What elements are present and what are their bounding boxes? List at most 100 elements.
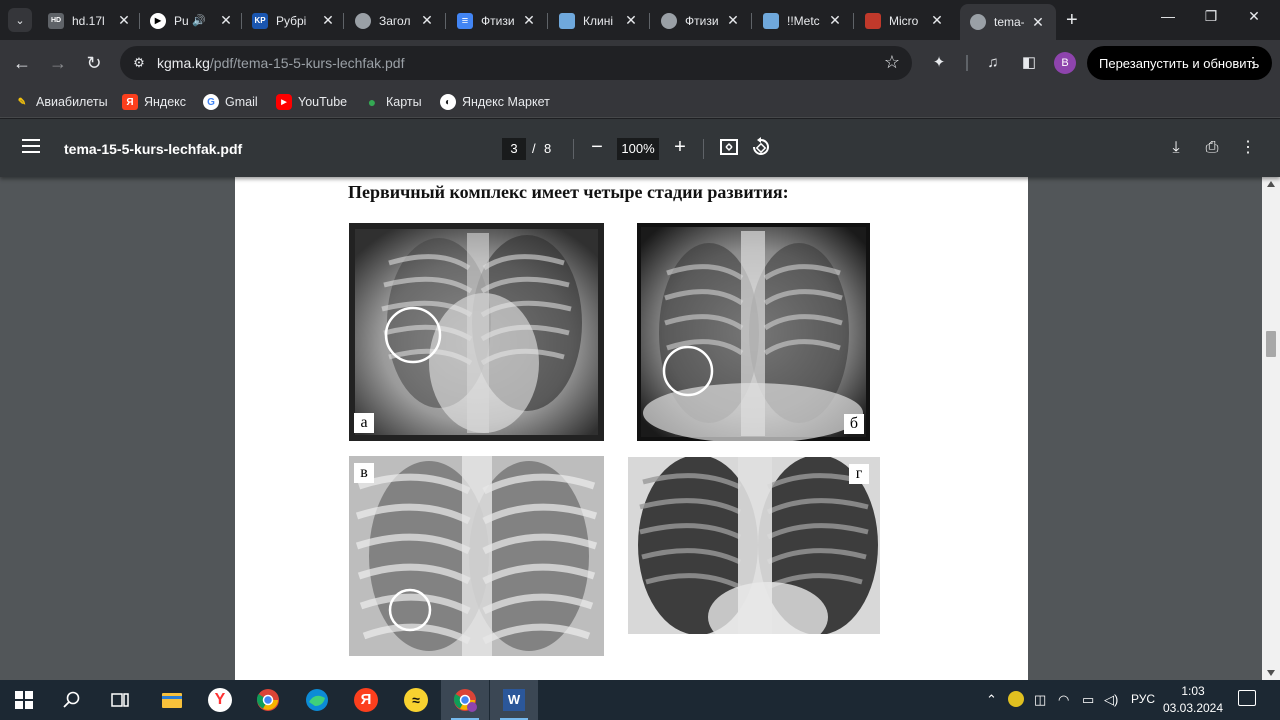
pdf-page: Первичный комплекс имеет четыре стадии р… [235,177,1028,680]
taskbar-yandex-browser[interactable]: Y [196,680,244,720]
close-tab-icon[interactable]: ✕ [1030,14,1046,30]
taskbar-yandex[interactable]: Я [342,680,390,720]
close-tab-icon[interactable]: ✕ [623,12,639,28]
media-control-icon[interactable]: ♫ [982,52,1004,74]
reload-button[interactable]: ↻ [82,51,106,75]
tab-search-button[interactable]: ⌄ [8,8,32,32]
forward-button[interactable]: → [46,51,70,75]
bookmark-maps[interactable]: ● Карты [364,92,422,112]
start-button[interactable] [0,680,48,720]
print-button[interactable]: ⎙ [1201,137,1223,159]
bookmark-star-icon[interactable]: ☆ [884,52,900,73]
taskbar-edge[interactable] [293,680,341,720]
show-hidden-icons[interactable]: ⌃ [986,692,997,708]
browser-tab[interactable]: Micro ✕ [865,7,945,34]
language-indicator[interactable]: РУС [1131,692,1155,706]
notifications-icon[interactable] [1238,690,1256,706]
close-tab-icon[interactable]: ✕ [827,12,843,28]
app-tray-icon[interactable] [1008,691,1024,707]
volume-icon[interactable]: ◁) [1104,692,1118,708]
doc-favicon-icon [559,12,575,29]
close-tab-icon[interactable]: ✕ [929,12,945,28]
market-icon: ◐ [440,94,456,110]
toolbar-divider [573,139,574,159]
page-number-input[interactable]: 3 [502,138,526,160]
close-window-icon[interactable]: ✕ [1244,8,1264,28]
close-tab-icon[interactable]: ✕ [320,12,336,28]
download-button[interactable]: ⤓ [1165,137,1187,159]
scrollbar-thumb[interactable] [1266,331,1276,357]
search-button[interactable] [48,680,96,720]
side-panel-icon[interactable]: ◧ [1018,52,1040,74]
tab-title: !!Metc [787,13,820,28]
browser-tab[interactable]: ▶ Pu 🔊 ✕ [150,7,234,34]
page-separator: / [532,141,536,156]
youtube-icon: ▶ [276,94,292,110]
back-button[interactable]: ← [10,51,34,75]
chest-xray-picture [349,456,604,656]
pdf-viewer[interactable]: Первичный комплекс имеет четыре стадии р… [0,177,1280,680]
site-info-icon[interactable]: ⚙ [130,54,148,72]
bookmark-gmail[interactable]: G Gmail [203,92,258,112]
zoom-in-button[interactable]: + [669,135,691,159]
more-options-button[interactable]: ⋮ [1237,137,1259,159]
rotate-button[interactable] [750,137,772,159]
pdf-toolbar: tema-15-5-kurs-lechfak.pdf 3 / 8 − 100% … [0,119,1280,177]
relaunch-update-button[interactable]: Перезапустить и обновить ⋮ [1087,46,1272,80]
close-tab-icon[interactable]: ✕ [116,12,132,28]
scroll-down-icon[interactable] [1267,670,1275,676]
minimize-icon[interactable]: — [1158,8,1178,28]
zoom-out-button[interactable]: − [586,135,608,159]
new-tab-button[interactable]: + [1066,10,1078,30]
close-tab-icon[interactable]: ✕ [218,12,234,28]
browser-tab[interactable]: Фтизи ✕ [661,7,741,34]
chest-xray-picture [349,223,604,441]
tab-title: tema- [994,15,1024,29]
browser-tab-active[interactable]: tema- ✕ [960,4,1056,40]
browser-tab[interactable]: Загол ✕ [355,7,435,34]
fit-page-button[interactable] [718,137,740,159]
bookmark-yandex-market[interactable]: ◐ Яндекс Маркет [440,92,550,112]
scroll-up-icon[interactable] [1267,181,1275,187]
browser-tab[interactable]: !!Metc ✕ [763,7,843,34]
taskbar-clock[interactable]: 1:03 03.03.2024 [1162,683,1224,717]
zoom-level-input[interactable]: 100% [617,138,659,160]
taskbar-chrome-profile[interactable] [441,680,489,720]
address-bar[interactable]: ⚙ kgma.kg/pdf/tema-15-5-kurs-lechfak.pdf… [120,46,912,80]
play-favicon-icon: ▶ [150,12,166,29]
url-text[interactable]: kgma.kg/pdf/tema-15-5-kurs-lechfak.pdf [157,55,404,71]
printer-icon: ⎙ [1205,139,1219,156]
close-tab-icon[interactable]: ✕ [725,12,741,28]
bookmark-yandex[interactable]: Я Яндекс [122,92,186,112]
browser-tab[interactable]: Клині ✕ [559,7,639,34]
kebab-menu-icon: ⋮ [1240,139,1256,156]
maps-pin-icon: ● [367,94,377,110]
meet-now-icon[interactable]: ◫ [1034,692,1046,708]
battery-icon[interactable]: ▭ [1082,692,1094,708]
taskbar-file-explorer[interactable] [148,680,196,720]
pencil-icon: ✎ [17,96,27,108]
viewer-scrollbar[interactable] [1262,177,1280,680]
beeline-icon: ≈ [404,688,428,712]
taskbar-beeline[interactable]: ≈ [392,680,440,720]
taskbar-chrome[interactable] [244,680,292,720]
extensions-icon[interactable]: ✦ [928,52,950,74]
close-tab-icon[interactable]: ✕ [521,12,537,28]
kebab-menu-icon[interactable]: ⋮ [1246,54,1260,71]
toolbar-divider [966,55,968,71]
bookmark-aviabilety[interactable]: ✎ Авиабилеты [14,92,108,112]
wifi-icon[interactable]: ◠ [1058,692,1069,708]
speaker-icon[interactable]: 🔊 [192,14,206,27]
bookmark-youtube[interactable]: ▶ YouTube [276,92,347,112]
browser-tab[interactable]: HD hd.17l ✕ [48,7,132,34]
arrow-right-icon: → [49,53,67,73]
close-tab-icon[interactable]: ✕ [419,12,435,28]
browser-tab[interactable]: KP Рубрі ✕ [252,7,336,34]
tab-title: Micro [889,13,919,28]
taskbar-word[interactable]: W [490,680,538,720]
profile-avatar[interactable]: B [1054,52,1076,74]
menu-icon[interactable] [22,139,40,153]
task-view-button[interactable] [96,680,144,720]
restore-icon[interactable]: ❐ [1201,8,1221,28]
browser-tab[interactable]: ≡ Фтизи ✕ [457,7,537,34]
